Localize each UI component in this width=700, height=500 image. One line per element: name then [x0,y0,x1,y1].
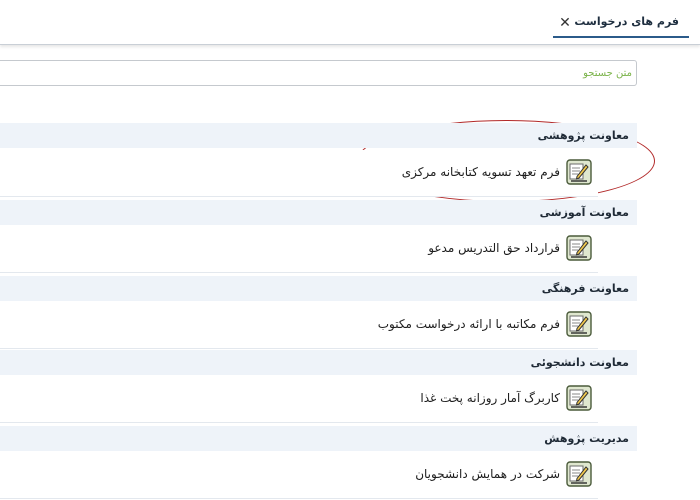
list-item-label: کاربرگ آمار روزانه پخت غذا [420,391,560,405]
form-edit-icon [566,159,592,185]
section-header-cultural: معاونت فرهنگی [0,276,637,301]
form-edit-icon [566,311,592,337]
section-title: معاونت آموزشی [539,206,629,219]
section-title: معاونت فرهنگی [541,282,629,295]
search-input[interactable] [0,61,636,85]
tab-label: فرم های درخواست [574,15,679,28]
tab-request-forms[interactable]: فرم های درخواست ✕ [553,6,689,38]
section-header-research: معاونت پژوهشی [0,123,637,148]
list-item[interactable]: شرکت در همایش دانشجویان [0,452,598,499]
list-item[interactable]: فرم مکاتبه با ارائه درخواست مکتوب [0,302,598,349]
section-header-research-management: مدیریت پژوهش [0,426,637,451]
close-icon[interactable]: ✕ [559,16,571,30]
section-header-student-affairs: معاونت دانشجوئی [0,350,637,375]
list-item-label: قرارداد حق التدریس مدعو [428,241,560,255]
section-title: مدیریت پژوهش [544,432,629,445]
list-item-label: شرکت در همایش دانشجویان [415,467,560,481]
tab-bar: فرم های درخواست ✕ [0,0,700,45]
form-edit-icon [566,235,592,261]
list-item[interactable]: قرارداد حق التدریس مدعو [0,226,598,273]
section-title: معاونت پژوهشی [537,129,629,142]
form-edit-icon [566,385,592,411]
form-edit-icon [566,461,592,487]
search-box [0,60,637,86]
list-item[interactable]: کاربرگ آمار روزانه پخت غذا [0,376,598,423]
list-item[interactable]: فرم تعهد تسویه کتابخانه مرکزی [0,150,598,197]
section-title: معاونت دانشجوئی [530,356,629,369]
section-header-education: معاونت آموزشی [0,200,637,225]
list-item-label: فرم تعهد تسویه کتابخانه مرکزی [401,165,560,179]
list-item-label: فرم مکاتبه با ارائه درخواست مکتوب [377,317,560,331]
